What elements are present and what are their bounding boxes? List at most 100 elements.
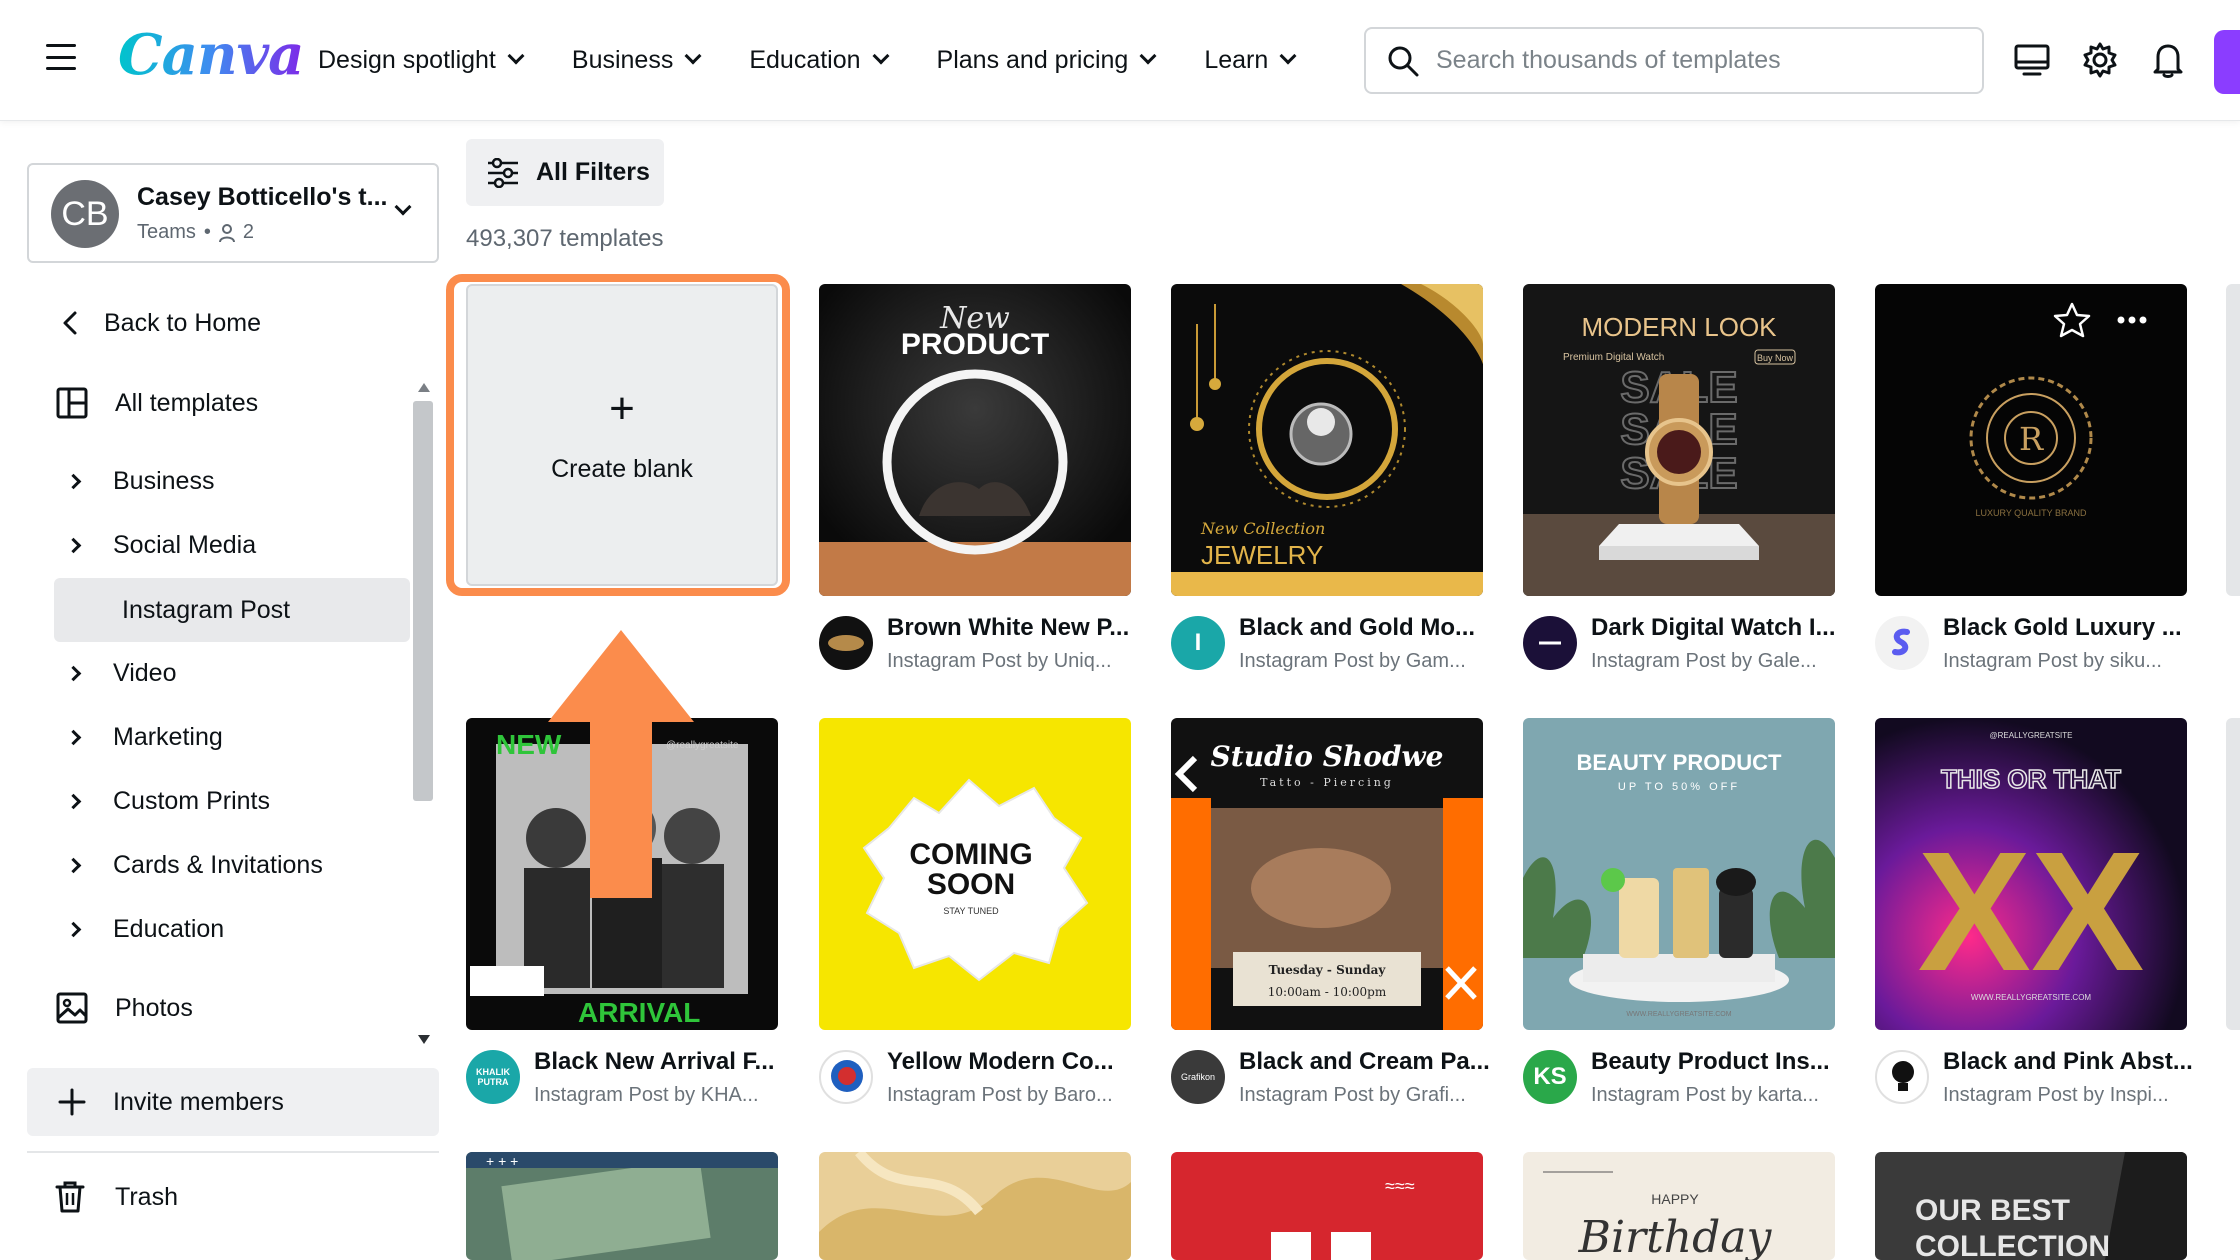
template-art-text: LUXURY QUALITY BRAND <box>1975 508 2087 518</box>
svg-text:+ + +: + + + <box>486 1153 518 1169</box>
template-card[interactable]: New PRODUCT <box>819 284 1131 596</box>
sidebar-item-photos[interactable]: Photos <box>55 983 193 1033</box>
team-name: Casey Botticello's t... <box>137 183 388 211</box>
creator-avatar: I <box>1171 616 1225 670</box>
template-card[interactable]: OUR BEST COLLECTION <box>1875 1152 2187 1260</box>
creator-avatar <box>1875 616 1929 670</box>
chevron-down-icon <box>684 47 702 65</box>
template-art-text: R <box>2019 420 2044 458</box>
chevron-right-icon <box>65 857 82 873</box>
nav-design-spotlight[interactable]: Design spotlight <box>318 46 525 75</box>
template-art-text: Tuesday - Sunday <box>1269 963 1387 977</box>
svg-text:≈≈≈: ≈≈≈ <box>1385 1176 1415 1196</box>
sidebar-item-business[interactable]: Business <box>65 456 214 506</box>
star-icon[interactable] <box>2048 296 2096 344</box>
sidebar-item-instagram-post[interactable]: Instagram Post <box>54 578 410 642</box>
template-art-text: ARRIVAL <box>578 997 700 1028</box>
filter-sliders-icon <box>488 157 518 188</box>
template-meta: Grafikon Black and Cream Pa... Instagram… <box>1171 1048 1491 1118</box>
more-options-icon[interactable] <box>2108 296 2156 344</box>
top-nav: Design spotlight Business Education Plan… <box>318 40 1297 80</box>
template-art-text: STAY TUNED <box>943 906 999 916</box>
canva-logo[interactable]: Canva <box>118 22 304 88</box>
sidebar-item-education[interactable]: Education <box>65 904 224 954</box>
chevron-down-icon <box>394 198 412 216</box>
sidebar-item-custom-prints[interactable]: Custom Prints <box>65 776 270 826</box>
template-card[interactable]: COMING SOON STAY TUNED <box>819 718 1131 1030</box>
template-card[interactable]: HAPPY Birthday <box>1523 1152 1835 1260</box>
chevron-down-icon <box>872 47 890 65</box>
sidebar-item-cards-invitations[interactable]: Cards & Invitations <box>65 840 323 890</box>
sidebar-item-social-media[interactable]: Social Media <box>65 520 256 570</box>
chevron-down-icon <box>1139 47 1157 65</box>
scrollbar-thumb[interactable] <box>413 401 433 801</box>
desktop-app-icon[interactable] <box>2010 38 2054 82</box>
scroll-down-arrow-icon[interactable] <box>418 1035 430 1044</box>
template-count: 493,307 templates <box>466 225 664 252</box>
partial-template-card[interactable] <box>2226 284 2240 596</box>
template-card[interactable]: Studio Shodwe Tatto - Piercing Tuesday -… <box>1171 718 1483 1030</box>
invite-members-button[interactable]: Invite members <box>27 1068 439 1136</box>
creator-avatar: KS <box>1523 1050 1577 1104</box>
creator-avatar <box>1523 616 1577 670</box>
template-meta: Dark Digital Watch I... Instagram Post b… <box>1523 614 1843 684</box>
avatar: CB <box>51 180 119 248</box>
template-art-text: Studio Shodwe <box>1211 740 1444 773</box>
template-art-text: OUR BEST <box>1915 1194 2070 1227</box>
template-art-text: PRODUCT <box>901 328 1049 361</box>
back-to-home[interactable]: Back to Home <box>62 298 261 348</box>
chevron-right-icon <box>65 537 82 553</box>
menu-icon[interactable] <box>46 44 76 70</box>
template-meta: Black and Pink Abst... Instagram Post by… <box>1875 1048 2195 1118</box>
nav-learn[interactable]: Learn <box>1204 46 1297 75</box>
sidebar-item-marketing[interactable]: Marketing <box>65 712 223 762</box>
nav-business[interactable]: Business <box>572 46 702 75</box>
template-art-text: Premium Digital Watch <box>1563 352 1664 363</box>
template-art-text: @REALLYGREATSITE <box>1990 731 2073 740</box>
team-switcher[interactable]: CB Casey Botticello's t... Teams • 2 <box>27 163 439 263</box>
search-input[interactable] <box>1436 46 1976 75</box>
create-blank-card[interactable]: + Create blank <box>466 284 778 586</box>
chevron-right-icon <box>65 921 82 937</box>
team-info: Teams • 2 <box>137 221 255 243</box>
template-card[interactable]: @REALLYGREATSITE THIS OR THAT XX WWW.REA… <box>1875 718 2187 1030</box>
nav-education[interactable]: Education <box>749 46 890 75</box>
sidebar: CB Casey Botticello's t... Teams • 2 Bac… <box>0 121 452 1260</box>
scroll-up-arrow-icon[interactable] <box>418 383 430 392</box>
creator-avatar: KHALIK PUTRA <box>466 1050 520 1104</box>
create-design-button[interactable] <box>2214 30 2240 94</box>
people-icon <box>218 223 235 242</box>
creator-avatar <box>819 1050 873 1104</box>
template-card[interactable] <box>819 1152 1131 1260</box>
template-card[interactable]: BEAUTY PRODUCT UP TO 50% OFF WWW.REALLYG… <box>1523 718 1835 1030</box>
template-art-text: UP TO 50% OFF <box>1618 781 1740 793</box>
partial-template-card[interactable] <box>2226 718 2240 1030</box>
all-filters-button[interactable]: All Filters <box>466 139 664 206</box>
sidebar-item-video[interactable]: Video <box>65 648 177 698</box>
template-art-text: 10:00am - 10:00pm <box>1268 985 1387 999</box>
creator-avatar: Grafikon <box>1171 1050 1225 1104</box>
arrow-up-icon <box>548 630 694 898</box>
chevron-down-icon <box>507 47 525 65</box>
template-art-text: BEAUTY PRODUCT <box>1577 750 1783 775</box>
sidebar-item-trash[interactable]: Trash <box>55 1172 178 1222</box>
sidebar-item-all-templates[interactable]: All templates <box>55 378 258 428</box>
divider <box>27 1151 439 1153</box>
template-meta: KHALIK PUTRA Black New Arrival F... Inst… <box>466 1048 786 1118</box>
template-meta: KS Beauty Product Ins... Instagram Post … <box>1523 1048 1843 1118</box>
gear-icon[interactable] <box>2078 38 2122 82</box>
template-art-text: New Collection <box>1200 519 1325 538</box>
template-card[interactable]: New Collection JEWELRY <box>1171 284 1483 596</box>
search-icon <box>1388 46 1419 76</box>
template-art-text: JEWELRY <box>1201 540 1323 570</box>
plus-icon: + <box>609 383 635 433</box>
trash-icon <box>55 1181 85 1213</box>
search-bar[interactable] <box>1364 27 1984 94</box>
nav-plans-and-pricing[interactable]: Plans and pricing <box>937 46 1157 75</box>
template-card[interactable]: + + + <box>466 1152 778 1260</box>
templates-icon <box>56 387 88 419</box>
template-card[interactable]: MODERN LOOK Premium Digital Watch Buy No… <box>1523 284 1835 596</box>
template-card[interactable]: ≈≈≈ <box>1171 1152 1483 1260</box>
bell-icon[interactable] <box>2146 38 2190 82</box>
template-card-actions <box>2048 296 2156 344</box>
